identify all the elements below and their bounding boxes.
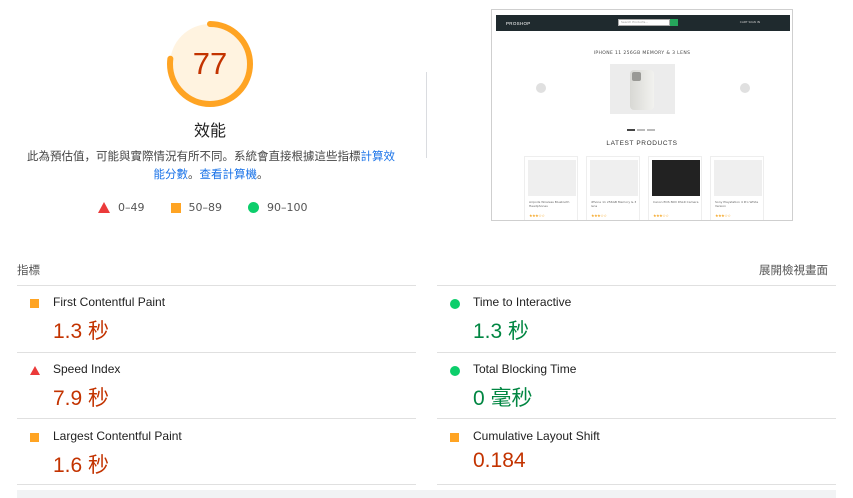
metric-speed-index: Speed Index 7.9 秒 [17, 353, 407, 419]
thumb-latest-title: LATEST PRODUCTS [606, 140, 678, 147]
thumb-carousel-next-icon [740, 83, 750, 93]
metric-name: Time to Interactive [473, 295, 572, 309]
metric-name: First Contentful Paint [53, 295, 166, 309]
performance-score-value: 77 [192, 46, 228, 81]
thumb-product-card: Sony Playstation 4 Pro White Version ★★★… [710, 156, 764, 220]
legend-label-fail: 0–49 [118, 201, 145, 214]
thumb-product-image [590, 160, 638, 196]
thumb-product-name: iPhone 11 256GB Memory & 3 lens [591, 200, 637, 208]
metrics-divider [437, 418, 836, 419]
metric-value: 0.184 [473, 449, 526, 472]
thumb-product-card: iPhone 11 256GB Memory & 3 lens ★★★☆☆ [586, 156, 640, 220]
thumb-product-image [652, 160, 700, 196]
thumb-carousel-indicators [627, 129, 657, 131]
legend-item-pass: 90–100 [248, 201, 308, 214]
metric-value: 1.3 秒 [53, 320, 110, 343]
metric-first-contentful-paint: First Contentful Paint 1.3 秒 [17, 286, 407, 352]
metric-value: 0 毫秒 [473, 387, 533, 410]
performance-score-gauge: 77 [166, 20, 254, 108]
final-screenshot-thumbnail[interactable]: PROSHOP Search Products... CART SIGN IN … [491, 9, 793, 221]
expand-view-toggle[interactable]: 展開檢視畫面 [759, 262, 828, 278]
red-triangle-icon [98, 202, 110, 213]
metric-cumulative-layout-shift: Cumulative Layout Shift 0.184 [437, 420, 827, 486]
view-calculator-link[interactable]: 查看計算機 [200, 167, 258, 181]
performance-score-label: 效能 [193, 121, 226, 140]
legend-item-average: 50–89 [170, 201, 223, 214]
thumb-phone-camera [632, 72, 641, 81]
score-disclaimer: 此為預估值，可能與實際情況有所不同。系統會直接根據這些指標計算效能分數。查看計算… [26, 147, 396, 183]
thumb-logo: PROSHOP [506, 20, 531, 26]
thumb-search-button [670, 19, 678, 26]
thumb-product-image [528, 160, 576, 196]
thumb-product-stars: ★★★☆☆ [653, 213, 669, 218]
metrics-divider [17, 484, 416, 485]
thumb-hero-title: IPHONE 11 256GB MEMORY & 3 LENS [593, 51, 691, 56]
next-section-strip [17, 490, 836, 498]
thumb-product-image [714, 160, 762, 196]
metric-name: Total Blocking Time [473, 362, 577, 376]
metrics-heading: 指標 [17, 263, 40, 277]
thumb-product-stars: ★★★☆☆ [715, 213, 731, 218]
disclaimer-end: 。 [257, 167, 269, 181]
orange-square-icon [30, 299, 39, 308]
thumb-nav-links: CART SIGN IN [739, 20, 760, 24]
thumb-product-card: Canon EOS 80D DSLR Camera ★★★☆☆ [648, 156, 702, 220]
metric-total-blocking-time: Total Blocking Time 0 毫秒 [437, 353, 827, 419]
orange-square-icon [30, 433, 39, 442]
legend-label-average: 50–89 [188, 201, 223, 214]
thumb-search-box: Search Products... [618, 19, 670, 26]
green-circle-icon [450, 366, 460, 376]
metric-time-to-interactive: Time to Interactive 1.3 秒 [437, 286, 827, 352]
metrics-divider [17, 418, 416, 419]
thumb-navbar: PROSHOP Search Products... CART SIGN IN [496, 15, 790, 31]
section-divider [426, 72, 427, 158]
thumb-carousel-prev-icon [536, 83, 546, 93]
orange-square-icon [450, 433, 459, 442]
orange-square-icon [170, 202, 181, 213]
thumb-product-name: Sony Playstation 4 Pro White Version [715, 200, 759, 208]
thumb-product-name: Canon EOS 80D DSLR Camera [653, 200, 699, 204]
green-circle-icon [248, 202, 259, 213]
disclaimer-text: 此為預估值，可能與實際情況有所不同。系統會直接根據這些指標 [27, 149, 361, 163]
legend-label-pass: 90–100 [267, 201, 308, 214]
metric-name: Cumulative Layout Shift [473, 429, 600, 443]
thumb-product-name: Airpods Wireless Bluetooth Headphones [529, 200, 570, 208]
red-triangle-icon [30, 366, 40, 375]
metric-value: 1.6 秒 [53, 454, 110, 477]
metrics-divider [437, 484, 836, 485]
metric-value: 7.9 秒 [53, 387, 110, 410]
metric-name: Speed Index [53, 362, 121, 376]
green-circle-icon [450, 299, 460, 309]
thumb-product-stars: ★★★☆☆ [591, 213, 607, 218]
thumb-product-card: Airpods Wireless Bluetooth Headphones ★★… [524, 156, 578, 220]
thumb-product-list: Airpods Wireless Bluetooth Headphones ★★… [524, 156, 772, 220]
metric-value: 1.3 秒 [473, 320, 530, 343]
disclaimer-separator: 。 [188, 167, 200, 181]
metric-name: Largest Contentful Paint [53, 429, 182, 443]
score-legend: 0–49 50–89 90–100 [98, 201, 334, 214]
thumb-hero-image [610, 64, 675, 114]
legend-item-fail: 0–49 [98, 201, 145, 214]
thumb-product-stars: ★★★☆☆ [529, 213, 545, 218]
metric-largest-contentful-paint: Largest Contentful Paint 1.6 秒 [17, 420, 407, 486]
